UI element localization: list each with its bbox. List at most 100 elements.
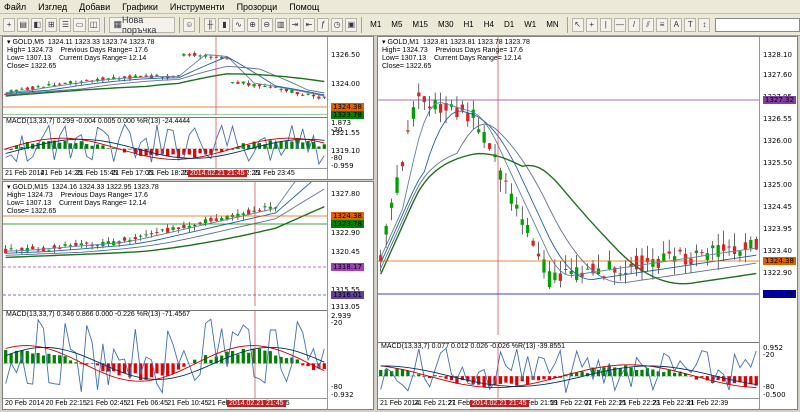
timeframe-h1[interactable]: H1 <box>460 18 478 32</box>
menu-window[interactable]: Прозорци <box>237 2 278 12</box>
price-tick-label: 1320.45 <box>331 248 360 256</box>
candle-body <box>322 96 326 98</box>
macd-histogram-bar <box>662 372 666 377</box>
tester-icon[interactable]: ◫ <box>87 17 100 32</box>
text-icon[interactable]: A <box>670 17 683 32</box>
crosshair-icon[interactable]: + <box>585 17 598 32</box>
profiles-icon[interactable]: ▤ <box>17 17 30 32</box>
new-order-label: Нова поръчка <box>122 14 157 35</box>
timeframe-m5[interactable]: M5 <box>387 18 406 32</box>
menu-view[interactable]: Изглед <box>38 2 67 12</box>
vertical-line-icon[interactable]: | <box>599 17 612 32</box>
candle-body <box>214 218 218 221</box>
candle-body <box>176 227 181 230</box>
chart-shift-icon[interactable]: ⇤ <box>302 17 316 32</box>
chart-info-line: Low= 1307.13 Current Days Range= 12.14 <box>382 55 522 62</box>
timeframe-w1[interactable]: W1 <box>520 18 540 32</box>
macd-histogram-bar <box>640 369 644 377</box>
indicator-tick-label: -80 <box>763 383 775 391</box>
candle-body <box>139 75 143 77</box>
price-tick-label: 1322.90 <box>763 269 792 277</box>
timeframe-m30[interactable]: M30 <box>434 18 458 32</box>
time-tick-label: 20 Feb 22:15 <box>45 400 87 407</box>
menu-tools[interactable]: Инструменти <box>170 2 225 12</box>
macd-histogram-bar <box>515 376 519 386</box>
moving-average-line <box>5 73 325 97</box>
price-scale[interactable]: 1327.801325.351322.901320.451315.551313.… <box>327 182 373 409</box>
templates-icon[interactable]: ▣ <box>345 17 358 32</box>
time-axis[interactable]: 21 Feb 2014 21 Feb 14:25 21 Feb 15:45 21 Fe… <box>3 168 327 179</box>
timeframe-h4[interactable]: H4 <box>480 18 498 32</box>
horizontal-line-icon[interactable]: — <box>613 17 626 32</box>
candle-body <box>656 258 660 268</box>
bar-chart-icon[interactable]: ╫ <box>204 17 217 32</box>
macd-histogram-bar <box>444 376 448 379</box>
price-tick-label: 1323.95 <box>763 225 792 233</box>
line-chart-icon[interactable]: ∿ <box>232 17 245 32</box>
candlestick-icon[interactable]: ▮ <box>218 17 231 32</box>
data-window-icon[interactable]: ⊞ <box>45 17 58 32</box>
chart-window-gold-m15[interactable]: ▾ GOLD,M15 1324.16 1324.33 1322.95 1323.… <box>2 181 374 410</box>
new-chart-icon[interactable]: + <box>3 17 16 32</box>
timeframe-m1[interactable]: M1 <box>366 18 385 32</box>
trendline-icon[interactable]: / <box>627 17 640 32</box>
price-scale[interactable]: 1328.101327.601327.051326.551326.001325.… <box>759 37 797 409</box>
macd-histogram-bar <box>171 363 175 374</box>
macd-histogram-bar <box>498 376 503 384</box>
terminal-icon[interactable]: ▭ <box>73 17 86 32</box>
arrows-icon[interactable]: ↕ <box>698 17 711 32</box>
new-order-button[interactable]: ▦ Нова поръчка <box>108 14 175 35</box>
macd-histogram-bar <box>41 141 46 149</box>
macd-histogram-bar <box>4 350 8 364</box>
time-tick-label: 21 Feb 22:39 <box>686 400 729 407</box>
macd-histogram-bar <box>9 353 13 364</box>
price-level-tag: 1324.38 <box>331 212 364 220</box>
zoom-out-icon[interactable]: ⊖ <box>260 17 273 32</box>
macd-histogram-bar <box>106 148 110 149</box>
macd-histogram-bar <box>166 148 170 157</box>
menu-file[interactable]: Файл <box>4 2 26 12</box>
macd-histogram-bar <box>187 148 191 155</box>
candle-body <box>411 107 416 119</box>
chart-window-gold-m5[interactable]: ▾ GOLD,M5 1324.11 1323.33 1323.74 1323.7… <box>2 36 374 180</box>
time-axis[interactable]: 21 Feb 2014 21 Feb 21:27 21 Feb 21:35 21 Fe… <box>378 398 759 409</box>
timeframe-d1[interactable]: D1 <box>500 18 518 32</box>
autoscroll-icon[interactable]: ⇥ <box>288 17 301 32</box>
candle-body <box>678 249 682 252</box>
label-icon[interactable]: T <box>684 17 697 32</box>
menu-charts[interactable]: Графики <box>122 2 158 12</box>
time-axis[interactable]: 20 Feb 2014 20 Feb 22:15 21 Feb 02:45 21 Fe… <box>3 398 327 409</box>
macd-histogram-bar <box>504 376 508 383</box>
expert-advisors-icon[interactable]: ☺ <box>183 17 196 32</box>
macd-label: MACD(13,33,7) 0.299 -0.004 0.005 0.000 %… <box>6 118 191 125</box>
channel-icon[interactable]: ⫽ <box>642 17 655 32</box>
cursor-icon[interactable]: ↖ <box>571 17 584 32</box>
candle-body <box>624 272 628 274</box>
indicators-icon[interactable]: ƒ <box>317 17 330 32</box>
macd-histogram-bar <box>182 363 186 367</box>
candle-body <box>531 240 535 246</box>
timeframe-mn[interactable]: MN <box>542 18 562 32</box>
macd-histogram-bar <box>395 368 399 377</box>
periods-icon[interactable]: ◷ <box>331 17 344 32</box>
candle-body <box>14 89 19 92</box>
navigator-icon[interactable]: ☰ <box>59 17 72 32</box>
search-combo[interactable] <box>715 17 800 32</box>
price-scale[interactable]: 1326.50 1324.00 1321.55 1319.10 1324.38 1323.… <box>327 37 373 179</box>
price-tick-label: 1325.00 <box>763 181 792 189</box>
zoom-in-icon[interactable]: ⊕ <box>246 17 259 32</box>
candle-body <box>306 93 310 95</box>
candle-body <box>257 84 262 87</box>
tile-windows-icon[interactable]: ▥ <box>274 17 287 32</box>
market-watch-icon[interactable]: ◧ <box>31 17 44 32</box>
menu-insert[interactable]: Добави <box>79 2 110 12</box>
macd-histogram-bar <box>629 367 633 377</box>
macd-histogram-bar <box>63 356 67 364</box>
menu-help[interactable]: Помощ <box>289 2 319 12</box>
candle-body <box>498 170 503 180</box>
fibonacci-icon[interactable]: ≡ <box>656 17 669 32</box>
timeframe-m15[interactable]: M15 <box>408 18 432 32</box>
price-level-tag: 1323.78 <box>763 290 796 298</box>
chart-window-gold-m1[interactable]: ▾ GOLD,M1 1323.81 1323.81 1323.78 1323.7… <box>377 36 798 410</box>
candle-body <box>700 251 704 253</box>
